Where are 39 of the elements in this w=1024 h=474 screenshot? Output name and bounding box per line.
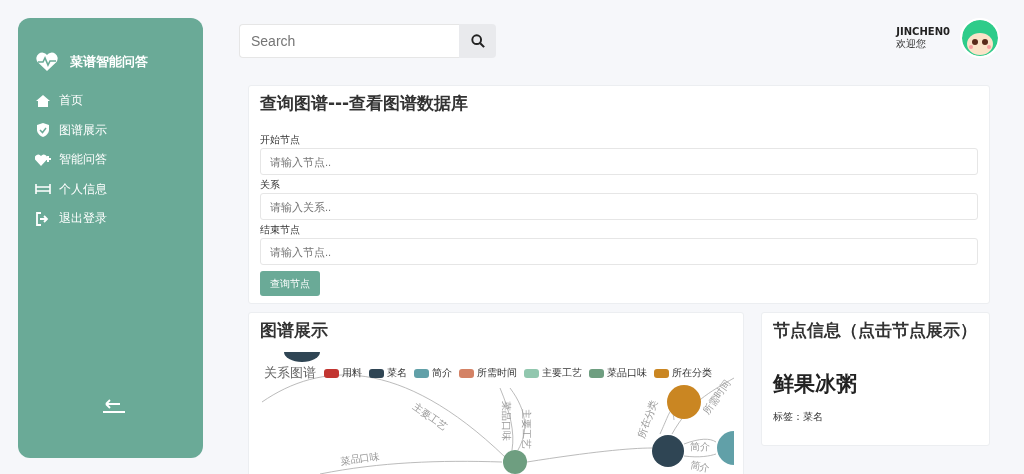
- edge-label: 菜品口味: [339, 449, 381, 469]
- legend-item[interactable]: 菜品口味: [589, 366, 647, 380]
- edge-label: 菜品口味: [500, 401, 513, 441]
- edge-label: 所需时间: [700, 377, 734, 418]
- legend-label: 所在分类: [672, 366, 712, 380]
- legend-item[interactable]: 简介: [414, 366, 452, 380]
- field-label: 关系: [260, 178, 281, 192]
- field-label: 结束节点: [260, 223, 301, 237]
- edge-label: 简介: [690, 440, 710, 454]
- edge-label: 所在分类: [634, 397, 661, 441]
- tag-label: 标签：: [773, 410, 803, 424]
- legend-item[interactable]: 所在分类: [654, 366, 712, 380]
- legend-label: 用料: [342, 366, 362, 380]
- graph-title: 关系图谱: [264, 364, 316, 382]
- legend-label: 所需时间: [477, 366, 517, 380]
- input-field[interactable]: 请输入节点..: [260, 148, 978, 175]
- legend-label: 菜名: [387, 366, 407, 380]
- legend-item[interactable]: 所需时间: [459, 366, 517, 380]
- legend-label: 简介: [432, 366, 452, 380]
- app-title: 菜谱智能问答: [70, 53, 148, 71]
- legend-item[interactable]: 主要工艺: [524, 366, 582, 380]
- legend-label: 主要工艺: [542, 366, 582, 380]
- edge-label: 简介: [688, 458, 712, 474]
- edge-label: 主要工艺: [520, 409, 533, 449]
- legend-item[interactable]: 菜名: [369, 366, 407, 380]
- search-field[interactable]: Search: [239, 24, 459, 58]
- card-title: 节点信息（点击节点展示）: [773, 319, 978, 342]
- username: JINCHEN0: [896, 25, 950, 37]
- input-field[interactable]: 请输入节点..: [260, 238, 978, 265]
- card-title: 查询图谱---查看图谱数据库: [260, 92, 470, 115]
- legend-label: 菜品口味: [607, 366, 647, 380]
- input-field[interactable]: 请输入关系..: [260, 193, 978, 220]
- legend-item[interactable]: 用料: [324, 366, 362, 380]
- tag-value: 菜名: [803, 410, 823, 424]
- node-name: 鲜果冰粥: [773, 371, 858, 398]
- edge-label: 主要工艺: [409, 399, 451, 435]
- card-title: 图谱展示: [260, 319, 329, 342]
- field-label: 开始节点: [260, 133, 301, 147]
- greeting: 欢迎您: [896, 37, 928, 51]
